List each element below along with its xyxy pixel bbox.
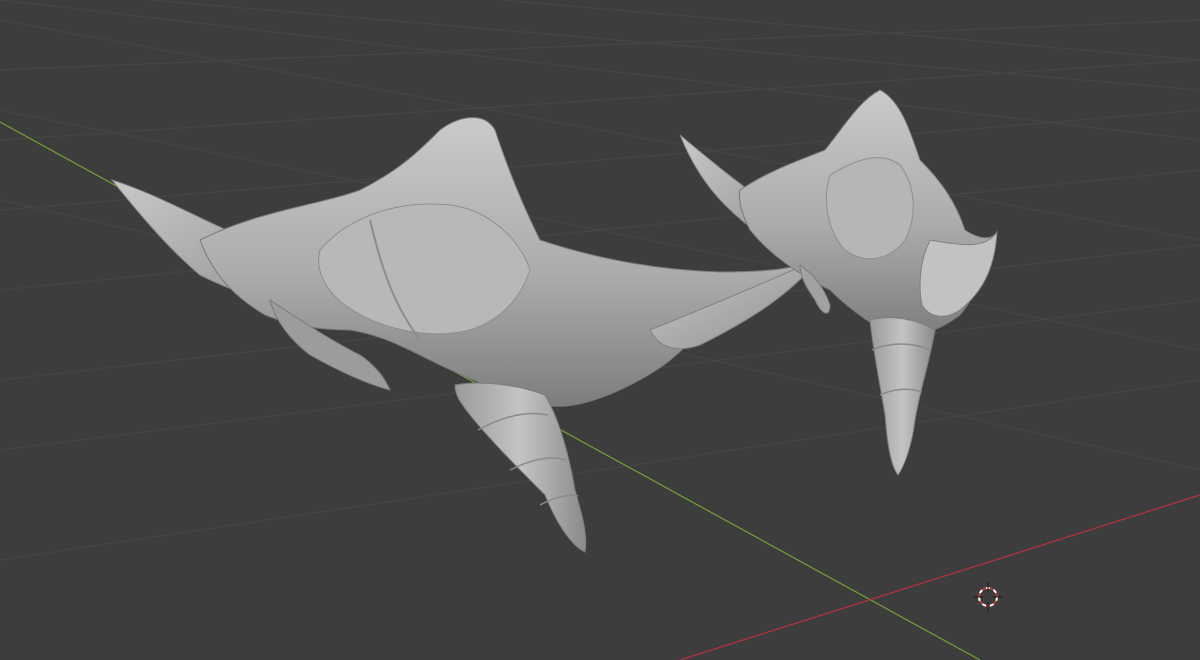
x-axis-line: [679, 494, 1200, 660]
3d-cursor-icon[interactable]: [973, 582, 1003, 612]
left-object-leg: [454, 382, 587, 553]
3d-viewport[interactable]: [0, 0, 1200, 660]
right-object-jaw: [919, 230, 998, 317]
viewport-canvas[interactable]: [0, 0, 1200, 660]
right-object-leg: [869, 317, 936, 476]
right-body-plate: [825, 157, 914, 260]
